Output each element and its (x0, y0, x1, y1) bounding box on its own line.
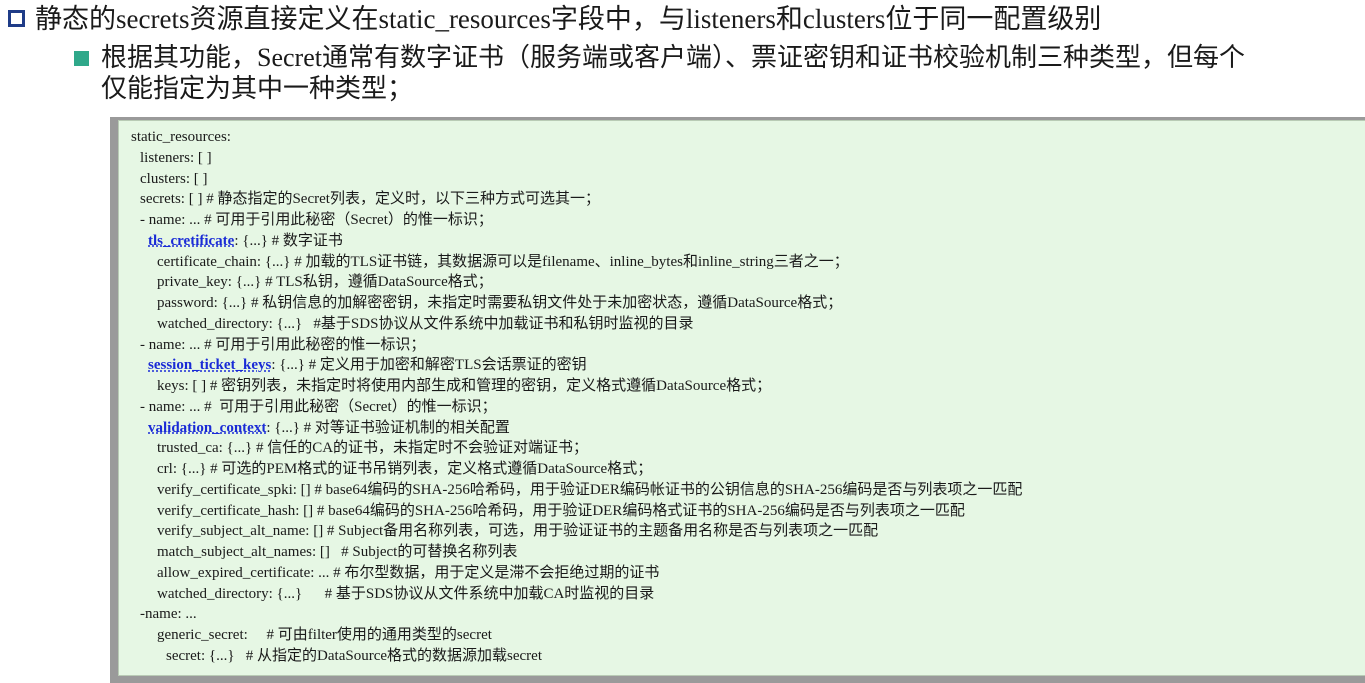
code-text: trusted_ca: {...} # 信任的CA的证书，未指定时不会验证对端证… (157, 440, 589, 457)
code-text: static_resources: (131, 129, 231, 145)
code-line: - name: ... # 可用于引用此秘密（Secret）的惟一标识； (119, 210, 1365, 231)
code-text: certificate_chain: {...} # 加载的TLS证书链，其数据… (157, 253, 849, 270)
code-text: - name: ... # 可用于引用此秘密（Secret）的惟一标识； (140, 398, 497, 415)
code-text: clusters: [ ] (140, 170, 208, 187)
code-line: match_subject_alt_names: [] # Subject的可替… (119, 542, 1365, 563)
code-text: crl: {...} # 可选的PEM格式的证书吊销列表，定义格式遵循DataS… (157, 461, 653, 477)
code-keyword: session_ticket_keys (148, 357, 272, 374)
sub-bullet: 根据其功能，Secret通常有数字证书（服务端或客户端）、票证密钥和证书校验机制… (74, 42, 1365, 104)
code-line: tls_cretificate: {...} # 数字证书 (119, 231, 1365, 252)
code-line: static_resources: (119, 127, 1365, 148)
code-text: verify_subject_alt_name: [] # Subject备用名… (157, 523, 879, 540)
code-line: secrets: [ ] # 静态指定的Secret列表，定义时，以下三种方式可… (119, 189, 1365, 210)
code-line: listeners: [ ] (119, 148, 1365, 169)
code-text: -name: ... (140, 606, 197, 623)
code-keyword: tls_cretificate (148, 232, 235, 249)
code-line: session_ticket_keys: {...} # 定义用于加密和解密TL… (119, 355, 1365, 376)
code-text: watched_directory: {...} #基于SDS协议从文件系统中加… (157, 315, 694, 332)
code-text: : {...} # 定义用于加密和解密TLS会话票证的密钥 (271, 357, 587, 374)
code-line: keys: [ ] # 密钥列表，未指定时将使用内部生成和管理的密钥，定义格式遵… (119, 376, 1365, 397)
code-text: listeners: [ ] (140, 149, 212, 166)
code-line: secret: {...} # 从指定的DataSource格式的数据源加载se… (119, 646, 1365, 667)
code-block: static_resources: listeners: [ ] clusters:… (118, 120, 1365, 676)
code-text: : {...} # 数字证书 (234, 232, 343, 249)
code-line: private_key: {...} # TLS私钥，遵循DataSource格… (119, 272, 1365, 293)
code-text: verify_certificate_spki: [] # base64编码的S… (157, 481, 1023, 498)
code-keyword: validation_context (148, 419, 267, 436)
code-line: trusted_ca: {...} # 信任的CA的证书，未指定时不会验证对端证… (119, 438, 1365, 459)
code-line: crl: {...} # 可选的PEM格式的证书吊销列表，定义格式遵循DataS… (119, 459, 1365, 480)
code-text: - name: ... # 可用于引用此秘密的惟一标识； (140, 336, 426, 353)
hollow-square-bullet-icon (8, 10, 25, 27)
code-line: password: {...} # 私钥信息的加解密密钥，未指定时需要私钥文件处… (119, 293, 1365, 314)
code-line: generic_secret: # 可由filter使用的通用类型的secret (119, 625, 1365, 646)
code-line: -name: ... (119, 604, 1365, 625)
sub-bullet-text: 根据其功能，Secret通常有数字证书（服务端或客户端）、票证密钥和证书校验机制… (101, 42, 1245, 104)
code-text: secrets: [ ] # 静态指定的Secret列表，定义时，以下三种方式可… (140, 191, 600, 208)
code-text: password: {...} # 私钥信息的加解密密钥，未指定时需要私钥文件处… (157, 295, 843, 311)
code-line: watched_directory: {...} #基于SDS协议从文件系统中加… (119, 314, 1365, 335)
code-text: private_key: {...} # TLS私钥，遵循DataSource格… (157, 274, 493, 291)
code-text: : {...} # 对等证书验证机制的相关配置 (266, 419, 510, 436)
code-text: verify_certificate_hash: [] # base64编码的S… (157, 502, 965, 519)
code-line: watched_directory: {...} # 基于SDS协议从文件系统中… (119, 584, 1365, 605)
code-text: keys: [ ] # 密钥列表，未指定时将使用内部生成和管理的密钥，定义格式遵… (157, 378, 772, 394)
sub-bullet-line-1: 根据其功能，Secret通常有数字证书（服务端或客户端）、票证密钥和证书校验机制… (101, 43, 1245, 72)
code-text: watched_directory: {...} # 基于SDS协议从文件系统中… (157, 585, 655, 602)
code-line: - name: ... # 可用于引用此秘密（Secret）的惟一标识； (119, 397, 1365, 418)
filled-square-bullet-icon (74, 51, 89, 66)
heading-text: 静态的secrets资源直接定义在static_resources字段中，与li… (35, 4, 1102, 34)
code-line: certificate_chain: {...} # 加载的TLS证书链，其数据… (119, 252, 1365, 273)
code-text: generic_secret: # 可由filter使用的通用类型的secret (157, 627, 492, 643)
code-line: clusters: [ ] (119, 169, 1365, 190)
code-line: verify_certificate_spki: [] # base64编码的S… (119, 480, 1365, 501)
sub-bullet-line-2: 仅能指定为其中一种类型； (101, 74, 414, 103)
code-line: verify_subject_alt_name: [] # Subject备用名… (119, 521, 1365, 542)
heading-bullet: 静态的secrets资源直接定义在static_resources字段中，与li… (8, 3, 1101, 35)
code-line: - name: ... # 可用于引用此秘密的惟一标识； (119, 335, 1365, 356)
code-line: validation_context: {...} # 对等证书验证机制的相关配… (119, 418, 1365, 439)
code-line: allow_expired_certificate: ... # 布尔型数据，用… (119, 563, 1365, 584)
code-text: match_subject_alt_names: [] # Subject的可替… (157, 544, 518, 560)
code-text: allow_expired_certificate: ... # 布尔型数据，用… (157, 564, 660, 581)
code-text: - name: ... # 可用于引用此秘密（Secret）的惟一标识； (140, 212, 493, 228)
code-text: secret: {...} # 从指定的DataSource格式的数据源加载se… (166, 647, 542, 664)
code-line: verify_certificate_hash: [] # base64编码的S… (119, 501, 1365, 522)
